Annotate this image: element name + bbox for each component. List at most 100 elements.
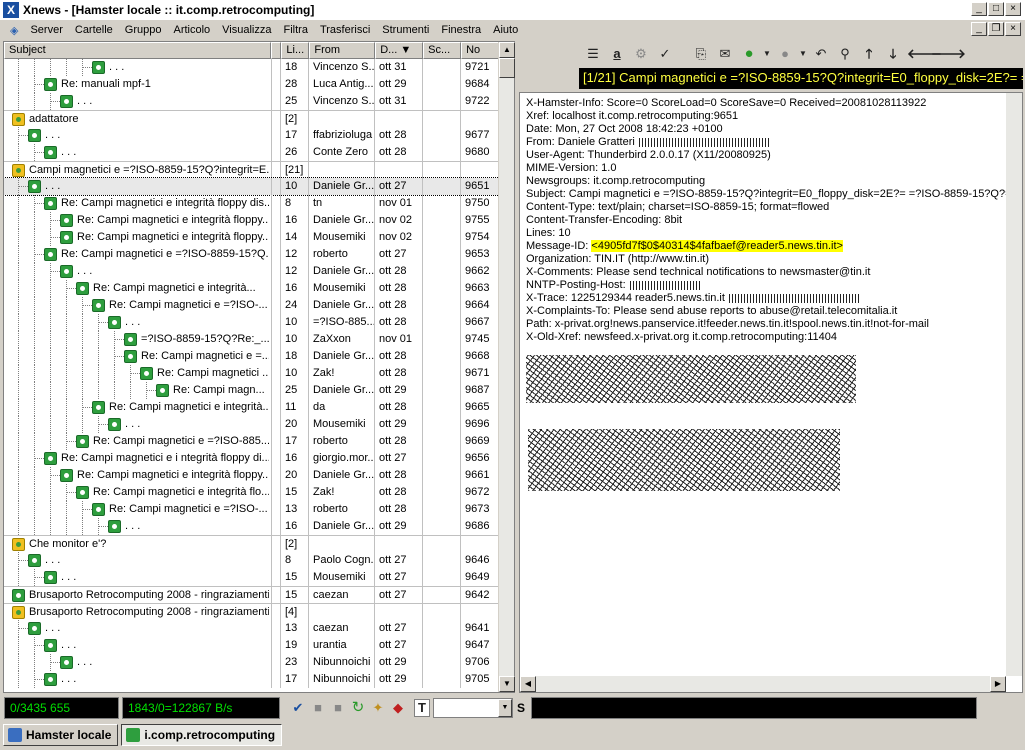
down-arrow-icon[interactable]: 🡓 [883, 44, 903, 64]
dropdown-arrow-icon[interactable]: ▼ [763, 44, 771, 64]
table-row[interactable]: Re: Campi magnetici e =... 18 Daniele Gr..… [4, 348, 499, 365]
menu-item[interactable]: Articolo [167, 24, 216, 36]
article-hscroll[interactable]: ◀ ▶ [520, 676, 1006, 692]
table-row[interactable]: Re: Campi magnetici e integrità... 11 da ot… [4, 399, 499, 416]
table-row[interactable]: Campi magnetici e =?ISO-8859-15?Q?integr… [4, 161, 499, 179]
table-row[interactable]: Brusaporto Retrocomputing 2008 - ringraz… [4, 603, 499, 621]
table-row[interactable]: Re: Campi magnetici e =?ISO-885... 17 robe… [4, 433, 499, 450]
menu-item[interactable]: Server [24, 24, 68, 36]
menu-item[interactable]: Filtra [278, 24, 314, 36]
table-row[interactable]: Re: Campi magnetici ... 10 Zak! ott 28 9671 [4, 365, 499, 382]
table-row[interactable]: . . . 13 caezan ott 27 9641 [4, 620, 499, 637]
table-row[interactable]: Brusaporto Retrocomputing 2008 - ringraz… [4, 586, 499, 604]
table-row[interactable]: adattatore [2] [4, 110, 499, 128]
close-button[interactable]: × [1005, 2, 1021, 16]
scroll-thumb[interactable] [499, 58, 515, 78]
task-newsgroup[interactable]: i.comp.retrocomputing [121, 724, 283, 746]
copy-icon[interactable]: ⎘ [691, 44, 711, 64]
table-row[interactable]: . . . 12 Daniele Gr... ott 28 9662 [4, 263, 499, 280]
scroll-down-button[interactable]: ▼ [499, 676, 515, 692]
list-scrollbar[interactable]: ▲ ▼ [498, 42, 515, 692]
dropdown-arrow-icon-2[interactable]: ▼ [799, 44, 807, 64]
task-hamster-locale[interactable]: Hamster locale [3, 724, 119, 746]
decode-icon[interactable]: ⚙ [631, 44, 651, 64]
mail-icon[interactable]: ✉ [715, 44, 735, 64]
table-row[interactable]: . . . 23 Nibunnoichi ott 29 9706 [4, 654, 499, 671]
menu-item[interactable]: Aiuto [487, 24, 524, 36]
table-row[interactable]: . . . 18 Vincenzo S... ott 31 9721 [4, 59, 499, 76]
col-no[interactable]: No [461, 42, 499, 59]
table-row[interactable]: . . . 16 Daniele Gr... ott 29 9686 [4, 518, 499, 535]
up-arrow-icon[interactable]: 🡑 [859, 44, 879, 64]
thread-icon [12, 538, 25, 551]
col-from[interactable]: From [309, 42, 376, 59]
menu-item[interactable]: Cartelle [69, 24, 119, 36]
table-row[interactable]: . . . 26 Conte Zero ott 28 9680 [4, 144, 499, 161]
table-row[interactable]: Re: Campi magnetici e =?ISO-... 24 Daniele… [4, 297, 499, 314]
table-row[interactable]: Re: Campi magnetici e integrità... 16 Mous… [4, 280, 499, 297]
table-row[interactable]: . . . 17 Nibunnoichi ott 29 9705 [4, 671, 499, 688]
table-row[interactable]: Re: Campi magnetici e =?ISO-... 13 roberto… [4, 501, 499, 518]
table-row[interactable]: Re: Campi magnetici e integrità floppy..… [4, 229, 499, 246]
table-row[interactable]: Re: Campi magnetici e integrità floppy d… [4, 195, 499, 212]
col-subject[interactable]: Subject [4, 42, 272, 59]
col-flag[interactable] [271, 42, 282, 59]
table-row[interactable]: Re: manuali mpf-1 28 Luca Antig... ott 29 96… [4, 76, 499, 93]
lines-cell: 24 [281, 297, 309, 314]
combo-arrow-icon[interactable]: ▼ [498, 699, 512, 717]
table-row[interactable]: . . . 20 Mousemiki ott 29 9696 [4, 416, 499, 433]
menu-item[interactable]: Finestra [435, 24, 487, 36]
col-lines[interactable]: Li... [281, 42, 310, 59]
table-row[interactable]: . . . 17 ffabrizioluga ott 28 9677 [4, 127, 499, 144]
mark-icon[interactable]: ✓ [655, 44, 675, 64]
col-date[interactable]: D... ▼ [375, 42, 424, 59]
table-row[interactable]: Re: Campi magnetici e =?ISO-8859-15?Q...… [4, 246, 499, 263]
col-score[interactable]: Sc... [423, 42, 462, 59]
disconnect-icon[interactable]: ■ [328, 698, 348, 718]
table-row[interactable]: Re: Campi magnetici e integrità floppy..… [4, 467, 499, 484]
go-back-icon[interactable]: ● [775, 44, 795, 64]
hscroll-left-button[interactable]: ◀ [520, 676, 536, 692]
table-row[interactable]: Re: Campi magn... 25 Daniele Gr... ott 29 96… [4, 382, 499, 399]
table-row[interactable]: . . . 10 Daniele Gr... ott 27 9651 [4, 177, 499, 196]
server-icon[interactable]: ◈ [4, 24, 24, 37]
find-icon[interactable]: ⚲ [835, 44, 855, 64]
threads-icon[interactable]: ☰ [583, 44, 603, 64]
title-bar[interactable]: X Xnews - [Hamster locale :: it.comp.ret… [0, 0, 1025, 20]
table-row[interactable]: Re: Campi magnetici e integrità floppy..… [4, 212, 499, 229]
table-row[interactable]: =?ISO-8859-15?Q?Re:_... 10 ZaXxon nov 01 974… [4, 331, 499, 348]
menu-item[interactable]: Strumenti [376, 24, 435, 36]
minimize-button[interactable]: _ [971, 2, 987, 16]
scroll-up-button[interactable]: ▲ [499, 42, 515, 58]
mdi-minimize-button[interactable]: _ [971, 22, 987, 36]
table-row[interactable]: . . . 25 Vincenzo S... ott 31 9722 [4, 93, 499, 110]
undo-icon[interactable]: ↶ [811, 44, 831, 64]
menu-item[interactable]: Trasferisci [314, 24, 376, 36]
mdi-close-button[interactable]: × [1005, 22, 1021, 36]
hscroll-right-button[interactable]: ▶ [990, 676, 1006, 692]
menu-item[interactable]: Gruppo [119, 24, 168, 36]
folder-icon[interactable]: ✦ [368, 698, 388, 718]
filter-combo[interactable]: ▼ [433, 698, 513, 718]
table-row[interactable]: . . . 10 =?ISO-885... ott 28 9667 [4, 314, 499, 331]
font-icon[interactable]: a [607, 44, 627, 64]
stop-icon[interactable]: ■ [308, 698, 328, 718]
checklist-icon[interactable]: ✔ [288, 698, 308, 718]
right-arrow-icon[interactable]: 🡒 [931, 44, 966, 64]
t-label[interactable]: T [414, 699, 430, 717]
left-arrow-icon[interactable]: 🡐 [907, 44, 942, 64]
maximize-button[interactable]: □ [988, 2, 1004, 16]
table-row[interactable]: . . . 15 Mousemiki ott 27 9649 [4, 569, 499, 586]
table-row[interactable]: . . . 19 urantia ott 27 9647 [4, 637, 499, 654]
table-row[interactable]: Che monitor e'? [2] [4, 535, 499, 553]
table-row[interactable]: Re: Campi magnetici e i ntegrità floppy … [4, 450, 499, 467]
message-id-value[interactable]: <4905fd7f$0$40314$4fafbaef@reader5.news.… [591, 240, 843, 252]
purge-icon[interactable]: ◆ [388, 698, 408, 718]
menu-item[interactable]: Visualizza [216, 24, 277, 36]
table-row[interactable]: Re: Campi magnetici e integrità flo... 15… [4, 484, 499, 501]
table-row[interactable]: . . . 8 Paolo Cogn... ott 27 9646 [4, 552, 499, 569]
mdi-restore-button[interactable]: ❐ [988, 22, 1004, 36]
go-forward-icon[interactable]: ● [739, 44, 759, 64]
article-vscroll[interactable] [1006, 93, 1022, 676]
refresh-icon[interactable]: ↻ [348, 698, 368, 718]
